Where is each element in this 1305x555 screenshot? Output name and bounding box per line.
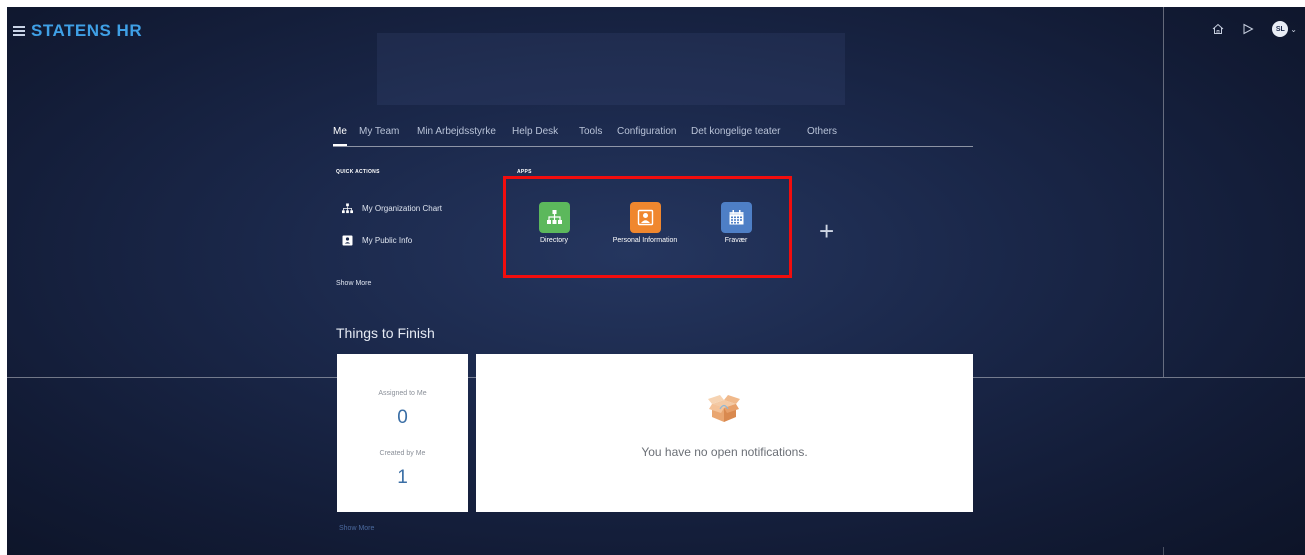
person-icon [629, 202, 661, 233]
directory-icon [538, 202, 570, 233]
quick-action-label: My Organization Chart [362, 204, 443, 213]
app-personal-information[interactable]: Personal Information [605, 202, 685, 245]
app-fravaer[interactable]: Fravær [696, 202, 776, 245]
app-label: Personal Information [612, 237, 678, 244]
org-chart-icon [342, 203, 353, 214]
divider-vertical [1163, 7, 1164, 377]
chevron-down-icon[interactable]: ⌄ [1290, 25, 1297, 34]
notifications-card: You have no open notifications. [476, 354, 973, 512]
empty-box-icon [707, 392, 741, 431]
tab-configuration[interactable]: Configuration [617, 126, 676, 137]
things-to-finish-show-more-link[interactable]: Show More [339, 525, 374, 532]
divider-vertical-bottom [1163, 547, 1164, 555]
created-count-link[interactable]: 1 [337, 467, 468, 489]
tab-det-kongelige-teater[interactable]: Det kongelige teater [691, 126, 781, 137]
banner-placeholder [377, 33, 845, 105]
quick-actions-show-more-link[interactable]: Show More [336, 280, 371, 287]
things-to-finish-heading: Things to Finish [336, 325, 435, 341]
created-label: Created by Me [379, 450, 426, 457]
menu-icon[interactable] [13, 24, 25, 38]
tab-me[interactable]: Me [333, 126, 347, 146]
avatar[interactable]: SL [1272, 21, 1289, 37]
tab-min-arbejdsstyrke[interactable]: Min Arbejdsstyrke [417, 126, 496, 137]
tab-my-team[interactable]: My Team [359, 126, 399, 137]
task-summary-card: Assigned to Me 0 Created by Me 1 [337, 354, 468, 512]
navigation-tabs: Me My Team Min Arbejdsstyrke Help Desk T… [333, 126, 973, 147]
id-card-icon [342, 235, 353, 246]
app-label: Fravær [724, 237, 748, 244]
navigator-icon[interactable] [1242, 23, 1254, 35]
calendar-icon [720, 202, 752, 233]
apps-heading: APPS [517, 169, 532, 175]
user-menu[interactable]: SL ⌄ [1272, 21, 1297, 37]
brand-label: STATENS HR [31, 21, 143, 40]
app-label: Directory [539, 237, 568, 244]
quick-action-organization-chart[interactable]: My Organization Chart [342, 203, 442, 214]
page-background: STATENS HR SL ⌄ Me My Team Min Arbejdsst… [7, 7, 1305, 555]
global-header-icons: SL ⌄ [1212, 21, 1297, 37]
app-brand[interactable]: STATENS HR [13, 21, 142, 41]
app-directory[interactable]: Directory [514, 202, 594, 245]
tab-help-desk[interactable]: Help Desk [512, 126, 558, 137]
quick-actions-heading: QUICK ACTIONS [336, 169, 380, 175]
assigned-count-link[interactable]: 0 [337, 407, 468, 429]
plus-icon[interactable]: + [819, 218, 834, 244]
empty-notifications-message: You have no open notifications. [641, 445, 808, 459]
quick-action-label: My Public Info [362, 236, 413, 245]
assigned-label: Assigned to Me [378, 390, 427, 397]
tab-tools[interactable]: Tools [579, 126, 602, 137]
tab-others[interactable]: Others [807, 126, 837, 137]
home-icon[interactable] [1212, 23, 1224, 35]
quick-action-public-info[interactable]: My Public Info [342, 235, 412, 246]
